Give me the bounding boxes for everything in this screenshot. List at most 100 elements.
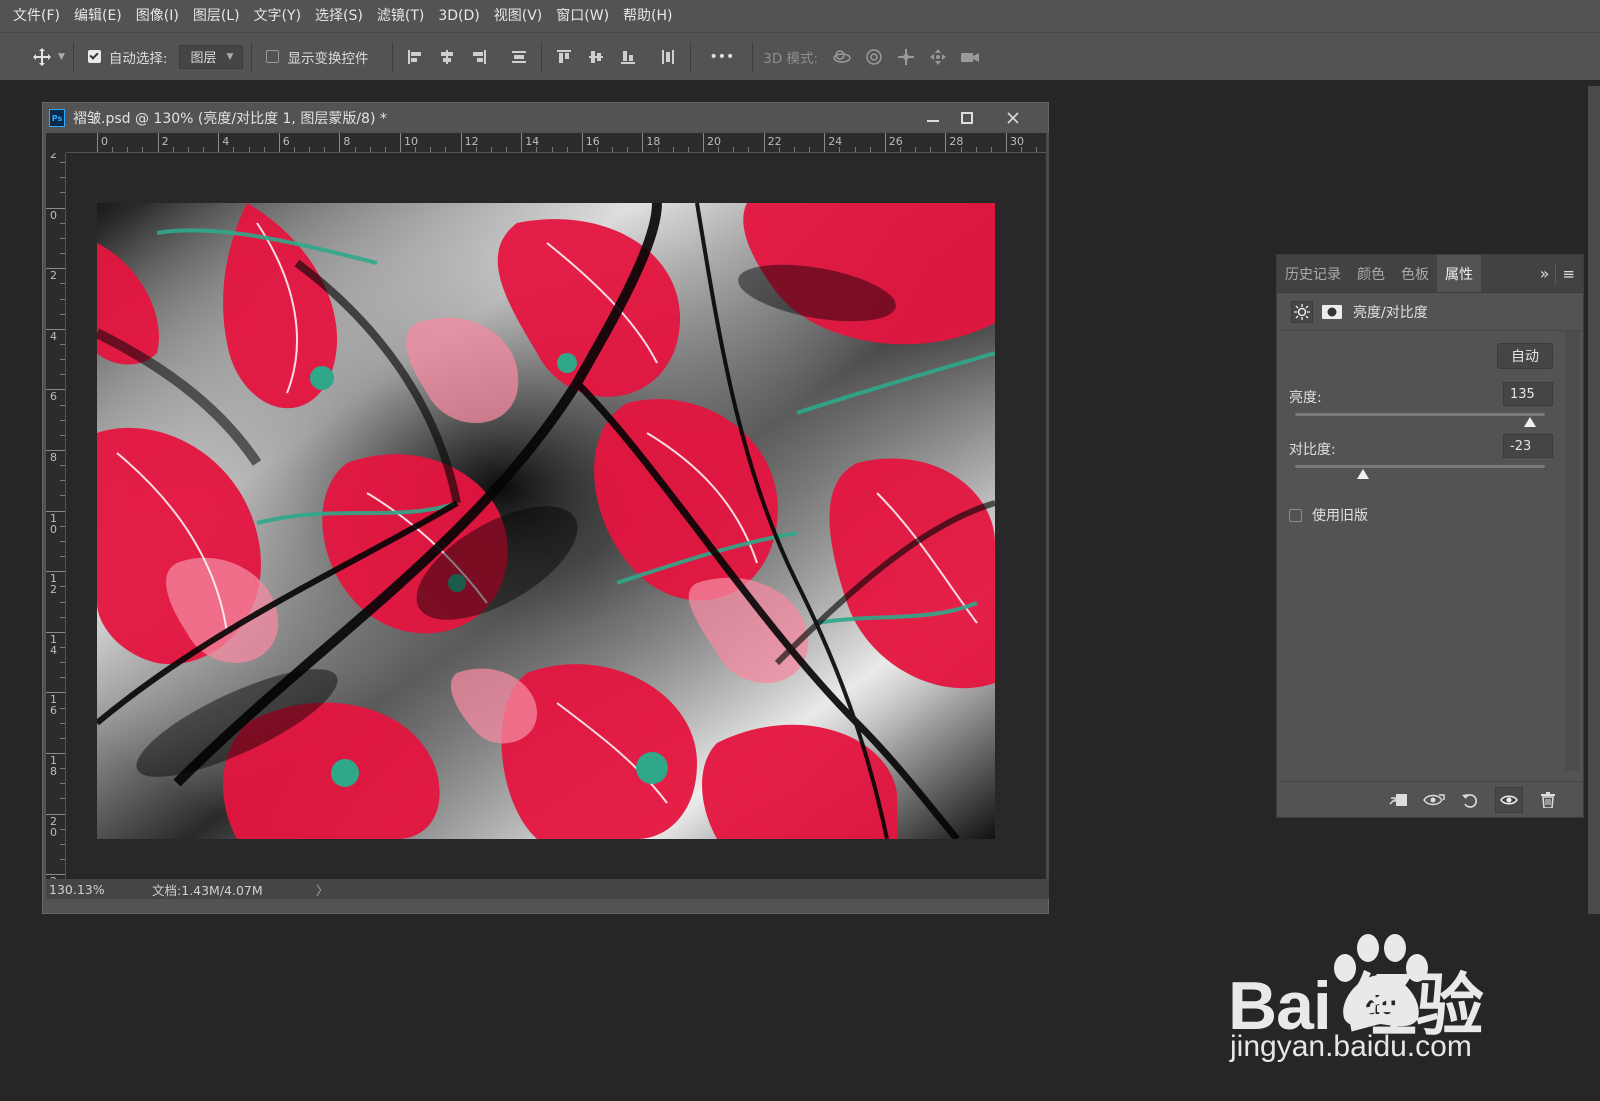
- menu-item-0[interactable]: 文件(F): [6, 0, 67, 32]
- toggle-visibility-eye-icon[interactable]: [1495, 786, 1523, 813]
- tab-history[interactable]: 历史记录: [1277, 255, 1349, 292]
- brightness-slider-thumb[interactable]: [1524, 417, 1536, 427]
- menu-item-9[interactable]: 窗口(W): [549, 0, 616, 32]
- menu-item-1[interactable]: 编辑(E): [67, 0, 129, 32]
- brightness-contrast-icon[interactable]: [1291, 300, 1313, 323]
- vertical-ruler[interactable]: 20246810121416182022: [46, 153, 66, 879]
- ruler-h-minor-tick: [384, 147, 386, 152]
- menu-item-4[interactable]: 文字(Y): [247, 0, 308, 32]
- ruler-v-minor-tick: [60, 616, 65, 618]
- menu-item-3[interactable]: 图层(L): [186, 0, 247, 32]
- ruler-h-tick: 22: [763, 133, 782, 152]
- ruler-h-minor-tick: [551, 147, 553, 152]
- panel-tabs: 历史记录 颜色 色板 属性 » ≡: [1277, 255, 1583, 293]
- align-right-edges-icon[interactable]: [465, 43, 493, 71]
- menu-item-5[interactable]: 选择(S): [308, 0, 370, 32]
- tab-color[interactable]: 颜色: [1349, 255, 1393, 292]
- ruler-h-tick: 0: [97, 133, 108, 152]
- roll-3d-icon[interactable]: [860, 43, 888, 71]
- baidu-jingyan-watermark: du Bai 经验 jingyan.baidu.com: [1228, 930, 1528, 1080]
- tab-swatches-label: 色板: [1401, 266, 1429, 283]
- slide-3d-icon[interactable]: [924, 43, 952, 71]
- ruler-h-minor-tick: [854, 147, 856, 152]
- brightness-slider[interactable]: [1295, 413, 1545, 427]
- auto-button[interactable]: 自动: [1497, 343, 1553, 369]
- ruler-v-minor-tick: [60, 404, 65, 406]
- horizontal-ruler[interactable]: 0 2 4 6 8 10 12 14 16 18 20 22 24 26 28 30: [66, 133, 1046, 153]
- ruler-h-minor-tick: [612, 147, 614, 152]
- tab-properties[interactable]: 属性: [1437, 255, 1481, 292]
- auto-select-target-dropdown[interactable]: 图层 ▼: [179, 44, 244, 69]
- tab-swatches[interactable]: 色板: [1393, 255, 1437, 292]
- ruler-origin[interactable]: [46, 133, 66, 153]
- align-horizontal-centers-icon[interactable]: [433, 43, 461, 71]
- ruler-v-tick: 8: [46, 450, 65, 463]
- ruler-v-minor-tick: [60, 359, 65, 361]
- menu-bar: 文件(F) 编辑(E) 图像(I) 图层(L) 文字(Y) 选择(S) 滤镜(T) 3D(D)…: [0, 0, 1600, 32]
- menu-item-8[interactable]: 视图(V): [487, 0, 550, 32]
- orbit-3d-icon[interactable]: [828, 43, 856, 71]
- ruler-h-tick: 12: [460, 133, 479, 152]
- document-tab[interactable]: Ps 褶皱.psd @ 130% (亮度/对比度 1, 图层蒙版/8) *: [43, 103, 1048, 133]
- layer-mask-icon[interactable]: [1321, 301, 1343, 323]
- align-top-edges-icon[interactable]: [550, 43, 578, 71]
- move-tool-icon[interactable]: [28, 43, 56, 71]
- canvas-area[interactable]: [66, 153, 1046, 879]
- ruler-h-minor-tick: [142, 147, 144, 152]
- panel-collapse-button[interactable]: »: [1534, 255, 1556, 292]
- ruler-h-minor-tick: [748, 147, 750, 152]
- zoom-level[interactable]: 130.13%: [46, 882, 108, 897]
- brightness-input[interactable]: 135: [1503, 382, 1553, 406]
- auto-select-checkbox[interactable]: [87, 50, 101, 63]
- panel-scrollbar[interactable]: [1565, 331, 1579, 771]
- distribute-horizontal-icon[interactable]: [654, 43, 682, 71]
- tool-preset-chevron-down-icon[interactable]: ▼: [58, 52, 65, 62]
- use-legacy-option[interactable]: 使用旧版: [1289, 505, 1368, 525]
- use-legacy-checkbox[interactable]: [1289, 508, 1302, 522]
- divider: [690, 41, 692, 72]
- align-left-edges-icon[interactable]: [401, 43, 429, 71]
- contrast-input[interactable]: -23: [1503, 434, 1553, 458]
- clip-to-layer-icon[interactable]: [1387, 789, 1409, 811]
- tab-history-label: 历史记录: [1285, 266, 1341, 283]
- ruler-h-minor-tick: [536, 147, 538, 152]
- menu-item-10[interactable]: 帮助(H): [616, 0, 679, 32]
- menu-item-7[interactable]: 3D(D): [431, 0, 486, 32]
- ruler-h-minor-tick: [369, 147, 371, 152]
- distribute-vertical-icon[interactable]: [505, 43, 533, 71]
- ruler-v-tick: 18: [46, 753, 65, 777]
- ruler-v-minor-tick: [60, 677, 65, 679]
- panel-menu-button[interactable]: ≡: [1555, 263, 1583, 284]
- ruler-v-minor-tick: [60, 313, 65, 315]
- ruler-v-tick: 0: [46, 207, 65, 221]
- more-options-button[interactable]: •••: [699, 49, 744, 65]
- menu-item-2[interactable]: 图像(I): [129, 0, 186, 32]
- maximize-button[interactable]: [952, 103, 982, 133]
- vertical-scrollbar[interactable]: [1046, 133, 1049, 879]
- view-previous-state-icon[interactable]: [1423, 789, 1445, 811]
- ruler-v-minor-tick: [60, 162, 65, 164]
- align-vertical-centers-icon[interactable]: [582, 43, 610, 71]
- ruler-v-minor-tick: [60, 601, 65, 603]
- align-bottom-edges-icon[interactable]: [614, 43, 642, 71]
- ruler-h-minor-tick: [778, 147, 780, 152]
- ruler-h-tick-label: 8: [343, 135, 351, 148]
- ruler-v-tick: 14: [46, 631, 65, 656]
- 3d-mode-label: 3D 模式:: [763, 50, 819, 67]
- pan-3d-icon[interactable]: [892, 43, 920, 71]
- contrast-slider[interactable]: [1295, 465, 1545, 479]
- close-button[interactable]: [998, 103, 1028, 133]
- ruler-h-tick: 14: [521, 133, 539, 152]
- scale-3d-camera-icon[interactable]: [956, 43, 984, 71]
- ruler-h-minor-tick: [475, 147, 477, 152]
- document-image[interactable]: [97, 203, 995, 839]
- reset-adjustment-icon[interactable]: [1459, 789, 1481, 811]
- right-panel-dock-edge[interactable]: [1588, 86, 1600, 914]
- ruler-v-minor-tick: [60, 556, 65, 558]
- menu-item-6[interactable]: 滤镜(T): [370, 0, 431, 32]
- minimize-button[interactable]: [918, 103, 948, 133]
- show-transform-controls-checkbox[interactable]: [266, 50, 280, 63]
- contrast-slider-thumb[interactable]: [1356, 469, 1369, 479]
- status-menu-arrow[interactable]: 〉: [316, 880, 329, 899]
- delete-trash-icon[interactable]: [1537, 789, 1559, 811]
